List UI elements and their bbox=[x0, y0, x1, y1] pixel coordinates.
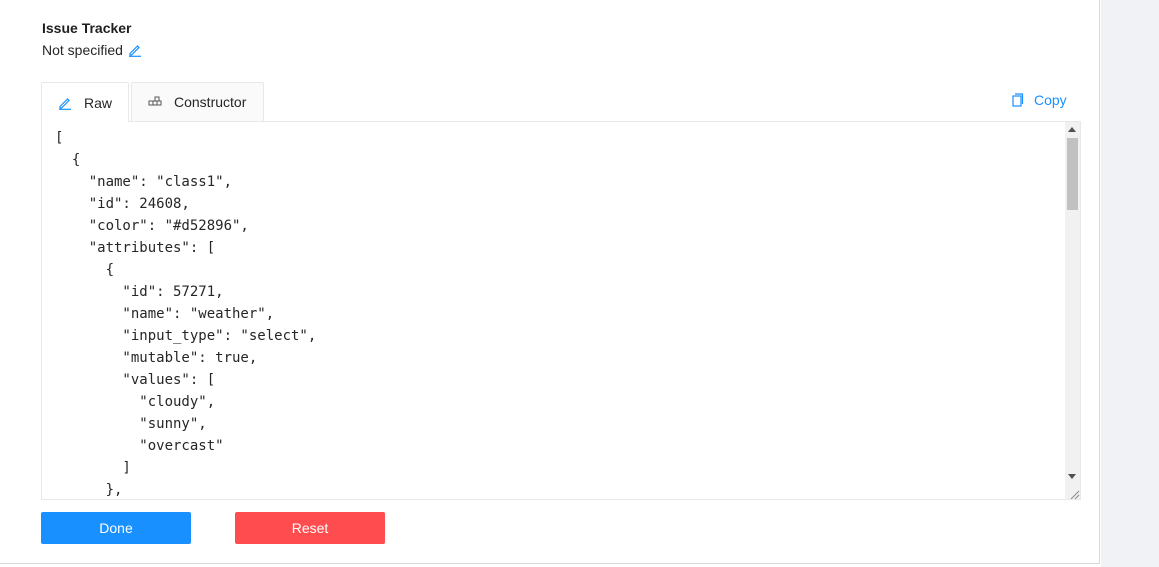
code-line: "id": 57271, bbox=[55, 284, 224, 300]
project-settings-panel: Issue Tracker Not specified Raw Construc… bbox=[0, 0, 1100, 564]
scroll-up-arrow-icon[interactable] bbox=[1068, 127, 1076, 132]
pencil-icon bbox=[58, 96, 72, 110]
scroll-down-arrow-icon[interactable] bbox=[1068, 474, 1076, 479]
code-line: "mutable": true, bbox=[55, 350, 258, 366]
code-line: "input_type": "select", bbox=[55, 328, 317, 344]
issue-tracker-value-row: Not specified bbox=[42, 42, 142, 58]
blocks-icon bbox=[148, 95, 162, 109]
label-editor-tabs: Raw Constructor bbox=[41, 82, 266, 122]
edit-pencil-icon[interactable] bbox=[128, 43, 142, 57]
done-button[interactable]: Done bbox=[41, 512, 191, 544]
code-line: "cloudy", bbox=[55, 394, 216, 410]
json-code[interactable]: [ { "name": "class1", "id": 24608, "colo… bbox=[55, 127, 317, 499]
code-line: "overcast" bbox=[55, 438, 224, 454]
tab-raw[interactable]: Raw bbox=[41, 82, 129, 122]
page: Issue Tracker Not specified Raw Construc… bbox=[0, 0, 1159, 567]
tab-constructor[interactable]: Constructor bbox=[131, 82, 264, 121]
code-line: "name": "weather", bbox=[55, 306, 275, 322]
issue-tracker-title: Issue Tracker bbox=[42, 20, 132, 36]
resize-handle-icon[interactable] bbox=[1068, 487, 1080, 499]
tab-constructor-label: Constructor bbox=[174, 94, 247, 110]
code-line: { bbox=[55, 262, 115, 278]
code-line: }, bbox=[55, 482, 123, 498]
code-line: "color": "#d52896", bbox=[55, 218, 249, 234]
copy-button[interactable]: Copy bbox=[1010, 92, 1067, 108]
raw-json-editor[interactable]: [ { "name": "class1", "id": 24608, "colo… bbox=[41, 121, 1081, 500]
copy-label: Copy bbox=[1034, 92, 1067, 108]
scrollbar-thumb[interactable] bbox=[1067, 138, 1078, 210]
code-line: "attributes": [ bbox=[55, 240, 216, 256]
code-line: "sunny", bbox=[55, 416, 207, 432]
tab-raw-label: Raw bbox=[84, 94, 113, 111]
code-line: "values": [ bbox=[55, 372, 216, 388]
code-line: "name": "class1", bbox=[55, 174, 233, 190]
reset-button[interactable]: Reset bbox=[235, 512, 385, 544]
code-line: "id": 24608, bbox=[55, 196, 190, 212]
copy-icon bbox=[1010, 93, 1024, 107]
issue-tracker-value: Not specified bbox=[42, 42, 123, 58]
page-background bbox=[1101, 0, 1159, 567]
editor-scrollbar[interactable] bbox=[1065, 122, 1080, 499]
code-line: [ bbox=[55, 130, 64, 146]
code-line: ] bbox=[55, 460, 131, 476]
code-line: { bbox=[55, 152, 81, 168]
